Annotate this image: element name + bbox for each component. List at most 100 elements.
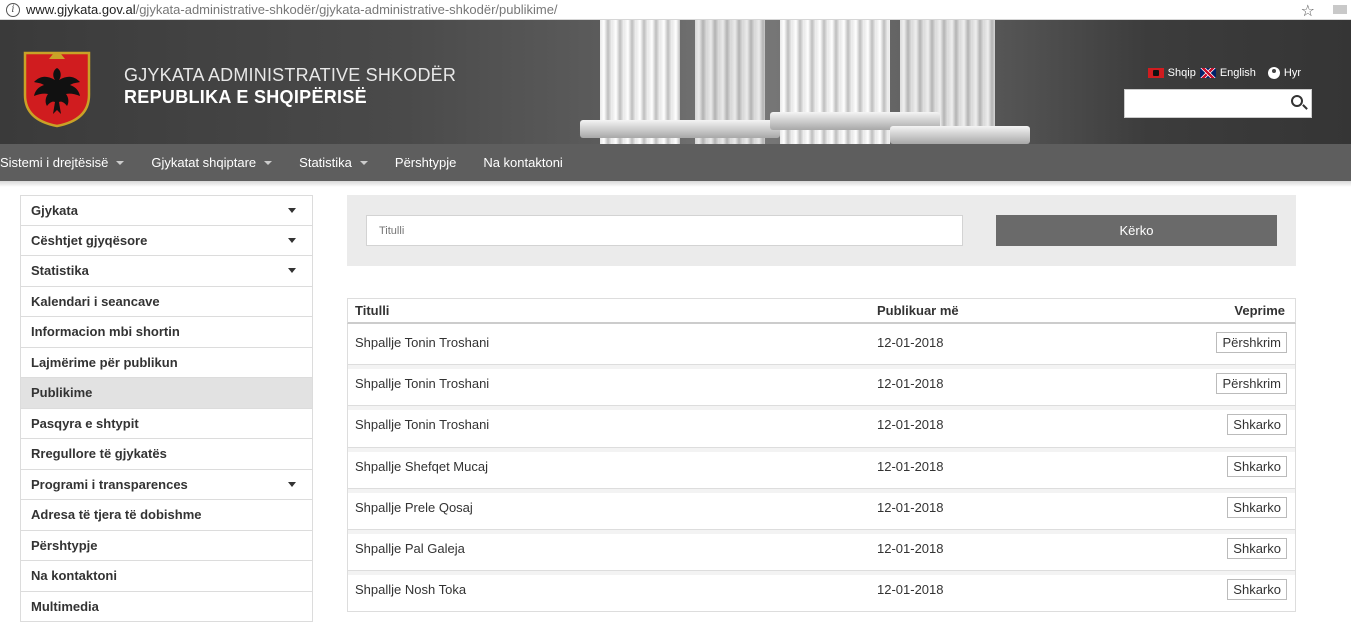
row-date: 12-01-2018 xyxy=(877,459,944,474)
row-divider xyxy=(348,571,1295,575)
search-panel: Kërko xyxy=(347,195,1296,266)
pillars-image xyxy=(560,20,1030,144)
site-title[interactable]: GJYKATA ADMINISTRATIVE SHKODËR REPUBLIKA… xyxy=(124,65,456,108)
lang-shqip[interactable]: Shqip xyxy=(1168,67,1196,79)
sidebar-item-kontakt[interactable]: Na kontaktoni xyxy=(20,561,313,592)
sidebar-item-label: Statistika xyxy=(31,263,89,278)
sidebar-item-rregullore[interactable]: Rregullore të gjykatës xyxy=(20,439,313,470)
chevron-down-icon xyxy=(360,161,368,165)
table-row: Shpallje Shefqet Mucaj 12-01-2018 Shkarko xyxy=(347,448,1296,489)
row-action-button[interactable]: Shkarko xyxy=(1227,579,1287,600)
row-action-button[interactable]: Shkarko xyxy=(1227,414,1287,435)
row-divider xyxy=(348,489,1295,493)
sidebar-item-label: Na kontaktoni xyxy=(31,568,117,583)
chevron-down-icon xyxy=(288,268,296,273)
nav-label: Gjykatat shqiptare xyxy=(151,155,256,170)
site-header: GJYKATA ADMINISTRATIVE SHKODËR REPUBLIKA… xyxy=(0,20,1351,144)
row-action-button[interactable]: Shkarko xyxy=(1227,456,1287,477)
sidebar-item-adresa[interactable]: Adresa të tjera të dobishme xyxy=(20,500,313,531)
sidebar-item-kalendari[interactable]: Kalendari i seancave xyxy=(20,287,313,318)
sidebar-item-programi[interactable]: Programi i transparences xyxy=(20,470,313,501)
sidebar-item-pershtypje[interactable]: Përshtypje xyxy=(20,531,313,562)
sidebar-item-label: Kalendari i seancave xyxy=(31,294,160,309)
table-row: Shpallje Prele Qosaj 12-01-2018 Shkarko xyxy=(347,489,1296,530)
sidebar-item-publikime[interactable]: Publikime xyxy=(20,378,313,409)
sidebar-item-pasqyra[interactable]: Pasqyra e shtypit xyxy=(20,409,313,440)
table-row: Shpallje Pal Galeja 12-01-2018 Shkarko xyxy=(347,530,1296,571)
row-title[interactable]: Shpallje Tonin Troshani xyxy=(355,335,489,350)
url-path: /gjykata-administrative-shkodër/gjykata-… xyxy=(136,2,558,17)
user-icon[interactable] xyxy=(1268,67,1280,79)
sidebar-item-shortin[interactable]: Informacion mbi shortin xyxy=(20,317,313,348)
col-actions-header: Veprime xyxy=(1234,303,1285,318)
nav-item-statistika[interactable]: Statistika xyxy=(299,155,368,170)
table-row: Shpallje Nosh Toka 12-01-2018 Shkarko xyxy=(347,571,1296,612)
sidebar-item-label: Pasqyra e shtypit xyxy=(31,416,139,431)
albania-flag-icon[interactable] xyxy=(1148,68,1164,78)
login-link[interactable]: Hyr xyxy=(1284,67,1301,79)
sidebar-item-ceshtjet[interactable]: Cështjet gjyqësore xyxy=(20,226,313,257)
table-header: Titulli Publikuar më Veprime xyxy=(347,298,1296,324)
sidebar-item-label: Cështjet gjyqësore xyxy=(31,233,147,248)
uk-flag-icon[interactable] xyxy=(1200,68,1216,78)
title-search-input[interactable] xyxy=(366,215,963,246)
sidebar-item-label: Multimedia xyxy=(31,599,99,614)
language-switcher: Shqip English Hyr xyxy=(1148,67,1301,79)
row-title[interactable]: Shpallje Shefqet Mucaj xyxy=(355,459,488,474)
row-action-button[interactable]: Shkarko xyxy=(1227,538,1287,559)
sidebar-item-gjykata[interactable]: Gjykata xyxy=(20,195,313,226)
nav-item-sistemi[interactable]: Sistemi i drejtësisë xyxy=(0,155,124,170)
row-divider xyxy=(348,406,1295,410)
chevron-down-icon xyxy=(288,482,296,487)
bookmark-star-icon[interactable]: ☆ xyxy=(1301,1,1315,21)
info-icon[interactable]: i xyxy=(6,3,20,17)
lang-english[interactable]: English xyxy=(1220,67,1256,79)
chevron-down-icon xyxy=(288,208,296,213)
row-date: 12-01-2018 xyxy=(877,582,944,597)
col-date-header[interactable]: Publikuar më xyxy=(877,303,959,318)
court-name: GJYKATA ADMINISTRATIVE SHKODËR xyxy=(124,65,456,86)
col-title-header[interactable]: Titulli xyxy=(355,303,389,318)
row-date: 12-01-2018 xyxy=(877,541,944,556)
row-action-button[interactable]: Përshkrim xyxy=(1216,373,1287,394)
search-button[interactable]: Kërko xyxy=(996,215,1277,246)
browser-address-bar[interactable]: i www.gjykata.gov.al/gjykata-administrat… xyxy=(0,0,1351,20)
sidebar-item-label: Adresa të tjera të dobishme xyxy=(31,507,202,522)
nav-shadow xyxy=(0,181,1351,187)
sidebar-item-label: Përshtypje xyxy=(31,538,97,553)
row-date: 12-01-2018 xyxy=(877,335,944,350)
sidebar-item-statistika[interactable]: Statistika xyxy=(20,256,313,287)
url-text[interactable]: www.gjykata.gov.al/gjykata-administrativ… xyxy=(26,2,558,17)
table-row: Shpallje Tonin Troshani12-01-2018Përshkr… xyxy=(347,365,1296,406)
browser-menu-icon[interactable] xyxy=(1333,5,1347,14)
republic-name: REPUBLIKA E SHQIPËRISË xyxy=(124,87,456,108)
nav-label: Na kontaktoni xyxy=(483,155,563,170)
chevron-down-icon xyxy=(116,161,124,165)
row-title[interactable]: Shpallje Nosh Toka xyxy=(355,582,466,597)
nav-label: Statistika xyxy=(299,155,352,170)
row-title[interactable]: Shpallje Pal Galeja xyxy=(355,541,465,556)
sidebar-item-lajmerime[interactable]: Lajmërime për publikun xyxy=(20,348,313,379)
sidebar-item-multimedia[interactable]: Multimedia xyxy=(20,592,313,622)
search-icon[interactable] xyxy=(1291,95,1303,107)
row-divider xyxy=(348,448,1295,452)
header-search-input[interactable] xyxy=(1124,89,1312,118)
sidebar-item-label: Gjykata xyxy=(31,203,78,218)
row-divider xyxy=(348,365,1295,369)
main-nav: Sistemi i drejtësisë Gjykatat shqiptare … xyxy=(0,144,1351,181)
nav-item-kontakt[interactable]: Na kontaktoni xyxy=(483,155,563,170)
row-date: 12-01-2018 xyxy=(877,417,944,432)
row-action-button[interactable]: Shkarko xyxy=(1227,497,1287,518)
row-title[interactable]: Shpallje Tonin Troshani xyxy=(355,376,489,391)
nav-item-gjykatat[interactable]: Gjykatat shqiptare xyxy=(151,155,272,170)
row-title[interactable]: Shpallje Prele Qosaj xyxy=(355,500,473,515)
sidebar: Gjykata Cështjet gjyqësore Statistika Ka… xyxy=(20,195,313,622)
url-host: www.gjykata.gov.al xyxy=(26,2,136,17)
albania-emblem-icon[interactable] xyxy=(22,50,92,128)
row-action-button[interactable]: Përshkrim xyxy=(1216,332,1287,353)
sidebar-item-label: Lajmërime për publikun xyxy=(31,355,178,370)
publications-table: Titulli Publikuar më Veprime Shpallje To… xyxy=(347,298,1296,612)
row-title[interactable]: Shpallje Tonin Troshani xyxy=(355,417,489,432)
row-date: 12-01-2018 xyxy=(877,500,944,515)
nav-item-pershtypje[interactable]: Përshtypje xyxy=(395,155,456,170)
